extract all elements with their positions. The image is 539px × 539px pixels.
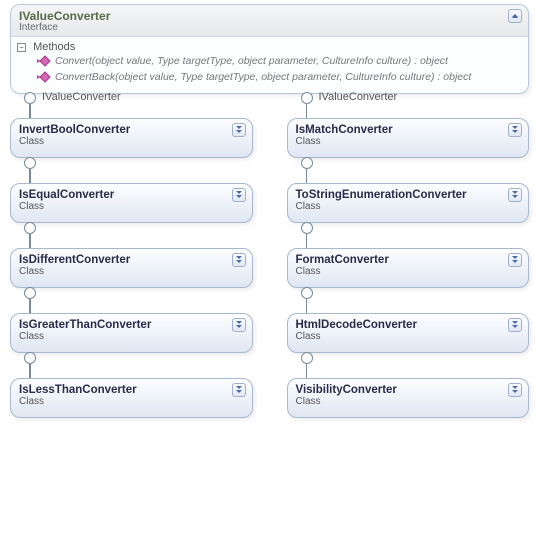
expand-class-button[interactable] bbox=[508, 188, 522, 202]
method-row: ConvertBack(object value, Type targetTyp… bbox=[15, 69, 520, 85]
lollipop-circle-icon bbox=[24, 157, 36, 169]
class-wrapper: IsDifferentConverterClass bbox=[10, 248, 253, 288]
class-name: InvertBoolConverter bbox=[19, 124, 244, 136]
lollipop-stem bbox=[306, 299, 308, 313]
lollipop-stem bbox=[306, 104, 308, 118]
class-box: IsMatchConverterClass bbox=[287, 118, 530, 158]
method-signature: Convert(object value, Type targetType, o… bbox=[55, 55, 448, 67]
expand-class-button[interactable] bbox=[508, 253, 522, 267]
lollipop-stem bbox=[306, 169, 308, 183]
class-box: InvertBoolConverterClass bbox=[10, 118, 253, 158]
expand-class-button[interactable] bbox=[232, 253, 246, 267]
class-stereotype: Class bbox=[296, 396, 521, 407]
collapse-interface-button[interactable] bbox=[508, 9, 522, 23]
interface-lollipop: IValueConverter bbox=[24, 92, 121, 104]
expand-class-button[interactable] bbox=[232, 188, 246, 202]
expand-class-button[interactable] bbox=[508, 318, 522, 332]
class-box: IsDifferentConverterClass bbox=[10, 248, 253, 288]
methods-header-row: − Methods bbox=[15, 41, 520, 53]
expand-class-button[interactable] bbox=[508, 383, 522, 397]
class-stereotype: Class bbox=[19, 136, 244, 147]
class-box: VisibilityConverterClass bbox=[287, 378, 530, 418]
class-stereotype: Class bbox=[296, 266, 521, 277]
class-stereotype: Class bbox=[19, 201, 244, 212]
interface-header: IValueConverter Interface bbox=[11, 5, 528, 37]
lollipop-circle-icon bbox=[301, 157, 313, 169]
lollipop-stem bbox=[306, 364, 308, 378]
lollipop-circle-icon bbox=[24, 92, 36, 104]
minus-icon[interactable]: − bbox=[17, 43, 26, 52]
interface-name: IValueConverter bbox=[19, 9, 520, 23]
interface-lollipop bbox=[301, 222, 313, 234]
class-box: HtmlDecodeConverterClass bbox=[287, 313, 530, 353]
class-name: VisibilityConverter bbox=[296, 384, 521, 396]
class-wrapper: IValueConverterIsMatchConverterClass bbox=[287, 118, 530, 158]
method-signature: ConvertBack(object value, Type targetTyp… bbox=[55, 71, 471, 83]
class-wrapper: VisibilityConverterClass bbox=[287, 378, 530, 418]
class-wrapper: IsGreaterThanConverterClass bbox=[10, 313, 253, 353]
interface-lollipop bbox=[24, 287, 36, 299]
interface-body: − Methods Convert(object value, Type tar… bbox=[11, 37, 528, 93]
class-name: FormatConverter bbox=[296, 254, 521, 266]
class-box: IsGreaterThanConverterClass bbox=[10, 313, 253, 353]
expand-class-button[interactable] bbox=[232, 318, 246, 332]
lollipop-label: IValueConverter bbox=[319, 91, 398, 103]
lollipop-label: IValueConverter bbox=[42, 91, 121, 103]
class-box: FormatConverterClass bbox=[287, 248, 530, 288]
class-stereotype: Class bbox=[296, 136, 521, 147]
interface-lollipop bbox=[301, 157, 313, 169]
lollipop-stem bbox=[29, 234, 31, 248]
class-stereotype: Class bbox=[19, 396, 244, 407]
class-wrapper: ToStringEnumerationConverterClass bbox=[287, 183, 530, 223]
classes-grid: IValueConverterInvertBoolConverterClassI… bbox=[10, 118, 529, 418]
class-stereotype: Class bbox=[296, 331, 521, 342]
interface-box: IValueConverter Interface − Methods Conv… bbox=[10, 4, 529, 94]
method-icon bbox=[37, 56, 49, 66]
class-stereotype: Class bbox=[296, 201, 521, 212]
lollipop-stem bbox=[306, 234, 308, 248]
method-row: Convert(object value, Type targetType, o… bbox=[15, 53, 520, 69]
class-wrapper: FormatConverterClass bbox=[287, 248, 530, 288]
lollipop-circle-icon bbox=[24, 222, 36, 234]
interface-lollipop bbox=[24, 222, 36, 234]
class-box: IsEqualConverterClass bbox=[10, 183, 253, 223]
interface-lollipop bbox=[301, 287, 313, 299]
lollipop-stem bbox=[29, 299, 31, 313]
expand-class-button[interactable] bbox=[508, 123, 522, 137]
class-wrapper: IsEqualConverterClass bbox=[10, 183, 253, 223]
class-wrapper: IValueConverterInvertBoolConverterClass bbox=[10, 118, 253, 158]
class-name: ToStringEnumerationConverter bbox=[296, 189, 521, 201]
lollipop-circle-icon bbox=[301, 287, 313, 299]
lollipop-circle-icon bbox=[24, 287, 36, 299]
class-stereotype: Class bbox=[19, 331, 244, 342]
class-box: ToStringEnumerationConverterClass bbox=[287, 183, 530, 223]
lollipop-stem bbox=[29, 104, 31, 118]
class-name: HtmlDecodeConverter bbox=[296, 319, 521, 331]
class-name: IsEqualConverter bbox=[19, 189, 244, 201]
methods-label: Methods bbox=[33, 41, 75, 53]
interface-lollipop: IValueConverter bbox=[301, 92, 398, 104]
expand-class-button[interactable] bbox=[232, 383, 246, 397]
interface-lollipop bbox=[301, 352, 313, 364]
interface-stereotype: Interface bbox=[19, 22, 520, 33]
expand-class-button[interactable] bbox=[232, 123, 246, 137]
class-wrapper: IsLessThanConverterClass bbox=[10, 378, 253, 418]
method-icon bbox=[37, 72, 49, 82]
class-stereotype: Class bbox=[19, 266, 244, 277]
lollipop-circle-icon bbox=[301, 352, 313, 364]
lollipop-stem bbox=[29, 364, 31, 378]
lollipop-circle-icon bbox=[301, 92, 313, 104]
class-name: IsLessThanConverter bbox=[19, 384, 244, 396]
interface-lollipop bbox=[24, 352, 36, 364]
lollipop-circle-icon bbox=[301, 222, 313, 234]
lollipop-stem bbox=[29, 169, 31, 183]
class-wrapper: HtmlDecodeConverterClass bbox=[287, 313, 530, 353]
lollipop-circle-icon bbox=[24, 352, 36, 364]
interface-lollipop bbox=[24, 157, 36, 169]
class-box: IsLessThanConverterClass bbox=[10, 378, 253, 418]
class-name: IsGreaterThanConverter bbox=[19, 319, 244, 331]
class-name: IsMatchConverter bbox=[296, 124, 521, 136]
class-name: IsDifferentConverter bbox=[19, 254, 244, 266]
